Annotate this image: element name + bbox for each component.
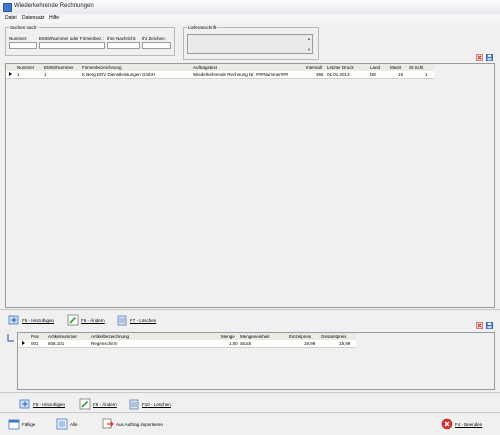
table-row[interactable]: 001 608.101 Regenschirm 1,00 Stück 19,99… <box>18 340 356 348</box>
col-gesamt[interactable]: Gesamtpreis <box>321 334 347 339</box>
menu-bar: Datei Datensatz Hilfe <box>0 14 500 23</box>
cell-bez: Regenschirm <box>91 341 118 346</box>
col-artnr[interactable]: Artikelnummer <box>48 334 77 339</box>
title-bar: Wiederkehrende Rechnungen <box>0 0 500 15</box>
beenden-button[interactable]: F4 - Beenden <box>441 417 482 431</box>
cell-menge: 1,00 <box>229 341 238 346</box>
scroll-up-icon[interactable]: ▲ <box>307 36 311 41</box>
calendar-icon <box>8 419 20 430</box>
separator <box>0 412 500 413</box>
edit-article-label: F9 - Ändern <box>93 401 117 407</box>
zeichen-input[interactable] <box>142 42 171 49</box>
col-mwst[interactable]: MwSt <box>390 65 401 70</box>
table-row[interactable]: 1 1 K.Berg EDV Dienstleistungen GmbH Wie… <box>6 71 434 79</box>
faellige-button[interactable]: Fällige <box>8 417 35 431</box>
cell-land: DE <box>370 72 377 77</box>
alle-label: Alle <box>70 421 78 427</box>
scroll-down-icon[interactable]: ▼ <box>307 47 311 52</box>
import-icon <box>102 418 114 429</box>
zeichen-label: Ihr Zeichen: <box>142 36 166 41</box>
cell-emis: 1 <box>44 72 47 77</box>
emis-label: EMIS/Nummer oder Firmenbez.: <box>39 36 104 41</box>
save-position-icon[interactable] <box>486 322 493 329</box>
cell-druck: 01.01.2013 <box>327 72 350 77</box>
edit-icon <box>79 398 91 410</box>
add-position-button[interactable]: F5 - Hinzufügen <box>8 313 54 327</box>
delete-article-button[interactable]: F10 - Löschen <box>128 397 171 411</box>
col-bez[interactable]: Artikelbezeichnung <box>91 334 129 339</box>
menu-datensatz[interactable]: Datensatz <box>22 15 45 21</box>
app-icon <box>3 3 12 12</box>
delete-icon <box>117 315 127 326</box>
col-menge[interactable]: Menge <box>221 334 235 339</box>
col-nummer[interactable]: Nummer <box>17 65 34 70</box>
faellige-label: Fällige <box>22 421 36 427</box>
window-title: Wiederkehrende Rechnungen <box>14 3 94 9</box>
nachricht-input[interactable] <box>107 42 140 49</box>
col-firma[interactable]: Firmenbezeichnung <box>82 65 122 70</box>
nummer-input[interactable] <box>9 42 37 49</box>
lieferanschrift-textarea[interactable]: ▲ ▼ <box>187 34 313 54</box>
edit-position-button[interactable]: F6 - Ändern <box>67 313 105 327</box>
import-label: Aus Auftrag importieren <box>116 421 164 427</box>
delete-record-icon[interactable] <box>476 54 483 61</box>
cell-firma: K.Berg EDV Dienstleistungen GmbH <box>82 72 156 77</box>
delete-article-label: F10 - Löschen <box>142 401 171 407</box>
col-druck[interactable]: Letzter Druck <box>327 65 354 70</box>
separator <box>0 309 500 310</box>
delete-position-label: F7 - Löschen <box>130 317 157 323</box>
cell-stschl: 1 <box>425 72 428 77</box>
col-einzel[interactable]: Einzelpreis <box>289 334 311 339</box>
separator <box>0 392 500 393</box>
edit-article-button[interactable]: F9 - Ändern <box>79 397 117 411</box>
col-einheit[interactable]: Mengeneinheit <box>240 334 270 339</box>
edit-position-label: F6 - Ändern <box>81 317 105 323</box>
col-intervall[interactable]: Intervall <box>306 65 322 70</box>
bottom-grid: Pos Artikelnummer Artikelbezeichnung Men… <box>17 332 495 390</box>
save-icon[interactable] <box>486 54 493 61</box>
cell-einzel: 19,99 <box>304 341 316 346</box>
menu-datei[interactable]: Datei <box>5 15 17 21</box>
menu-hilfe[interactable]: Hilfe <box>49 15 59 21</box>
cell-einheit: Stück <box>240 341 252 346</box>
delete-position-button[interactable]: F7 - Löschen <box>116 313 156 327</box>
cell-nummer: 1 <box>17 72 20 77</box>
cell-artnr: 608.101 <box>48 341 65 346</box>
row-indicator-icon <box>9 72 12 76</box>
col-emis[interactable]: EMIS/Nummer <box>44 65 74 70</box>
delete-position-small-icon[interactable] <box>476 322 483 329</box>
search-legend: Suchen nach: <box>10 25 38 30</box>
row-indicator-icon <box>22 341 25 345</box>
col-stschl[interactable]: St.Schl. <box>409 65 425 70</box>
add-icon <box>19 399 30 409</box>
cell-text: Wiederkehrende Rechnung Nr. ###Nummer### <box>193 72 289 77</box>
cell-gesamt: 19,99 <box>339 341 351 346</box>
cell-mwst: 19 <box>398 72 404 77</box>
nachricht-label: Ihre Nachricht: <box>107 36 137 41</box>
add-article-button[interactable]: F8 - Hinzufügen <box>19 397 65 411</box>
col-text[interactable]: Auftragstext <box>193 65 217 70</box>
add-icon <box>8 315 19 325</box>
delete-icon <box>129 399 139 410</box>
top-grid: Nummer EMIS/Nummer Firmenbezeichnung Auf… <box>5 63 495 308</box>
import-button[interactable]: Aus Auftrag importieren <box>102 417 163 431</box>
emis-input[interactable] <box>39 42 105 49</box>
beenden-label: F4 - Beenden <box>455 421 483 427</box>
tree-connector-icon <box>7 334 14 342</box>
add-position-label: F5 - Hinzufügen <box>22 317 55 323</box>
cell-pos: 001 <box>31 341 39 346</box>
cell-intervall: 365 <box>316 72 324 77</box>
lieferanschrift-legend: Lieferanschrift <box>188 25 217 30</box>
add-article-label: F8 - Hinzufügen <box>33 401 66 407</box>
col-land[interactable]: Land <box>370 65 380 70</box>
alle-button[interactable]: Alle <box>56 417 78 431</box>
nummer-label: Nummer: <box>9 36 28 41</box>
list-icon <box>56 418 68 430</box>
edit-icon <box>67 314 79 326</box>
close-icon <box>441 418 453 430</box>
col-pos[interactable]: Pos <box>31 334 39 339</box>
